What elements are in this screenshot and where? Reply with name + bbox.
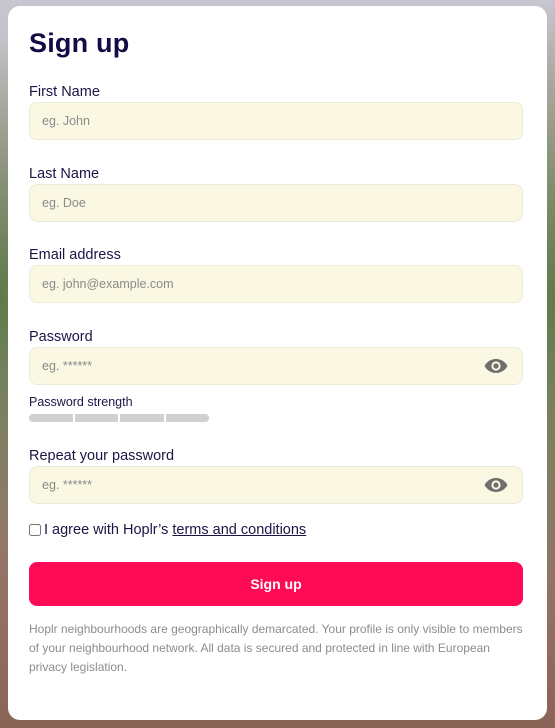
terms-text: I agree with Hoplr’s — [44, 522, 169, 538]
password-field — [29, 347, 523, 385]
password-input[interactable] — [30, 348, 522, 384]
strength-segment — [29, 414, 73, 422]
privacy-note: Hoplr neighbourhoods are geographically … — [29, 622, 523, 674]
repeat-password-field — [29, 466, 523, 504]
first-name-input[interactable] — [30, 103, 522, 139]
terms-link[interactable]: terms and conditions — [172, 522, 306, 538]
strength-segment — [120, 414, 164, 422]
password-strength-meter — [29, 414, 209, 422]
email-input[interactable] — [30, 266, 522, 302]
first-name-field — [29, 102, 523, 140]
last-name-field — [29, 184, 523, 222]
last-name-label: Last Name — [29, 166, 100, 182]
eye-icon[interactable] — [484, 476, 508, 494]
sign-up-button[interactable]: Sign up — [29, 562, 523, 606]
eye-icon[interactable] — [484, 357, 508, 375]
strength-segment — [165, 414, 209, 422]
repeat-password-input[interactable] — [30, 467, 522, 503]
email-field — [29, 265, 523, 303]
terms-agreement: I agree with Hoplr’s terms and condition… — [29, 522, 306, 538]
email-label: Email address — [29, 247, 121, 263]
password-label: Password — [29, 329, 93, 345]
last-name-input[interactable] — [30, 185, 522, 221]
signup-card: Sign up First Name Last Name Email addre… — [8, 6, 547, 720]
password-strength-label: Password strength — [29, 395, 133, 409]
repeat-password-label: Repeat your password — [29, 448, 175, 464]
strength-segment — [74, 414, 118, 422]
terms-checkbox[interactable] — [29, 524, 41, 536]
page-title: Sign up — [29, 28, 130, 58]
first-name-label: First Name — [29, 84, 100, 100]
